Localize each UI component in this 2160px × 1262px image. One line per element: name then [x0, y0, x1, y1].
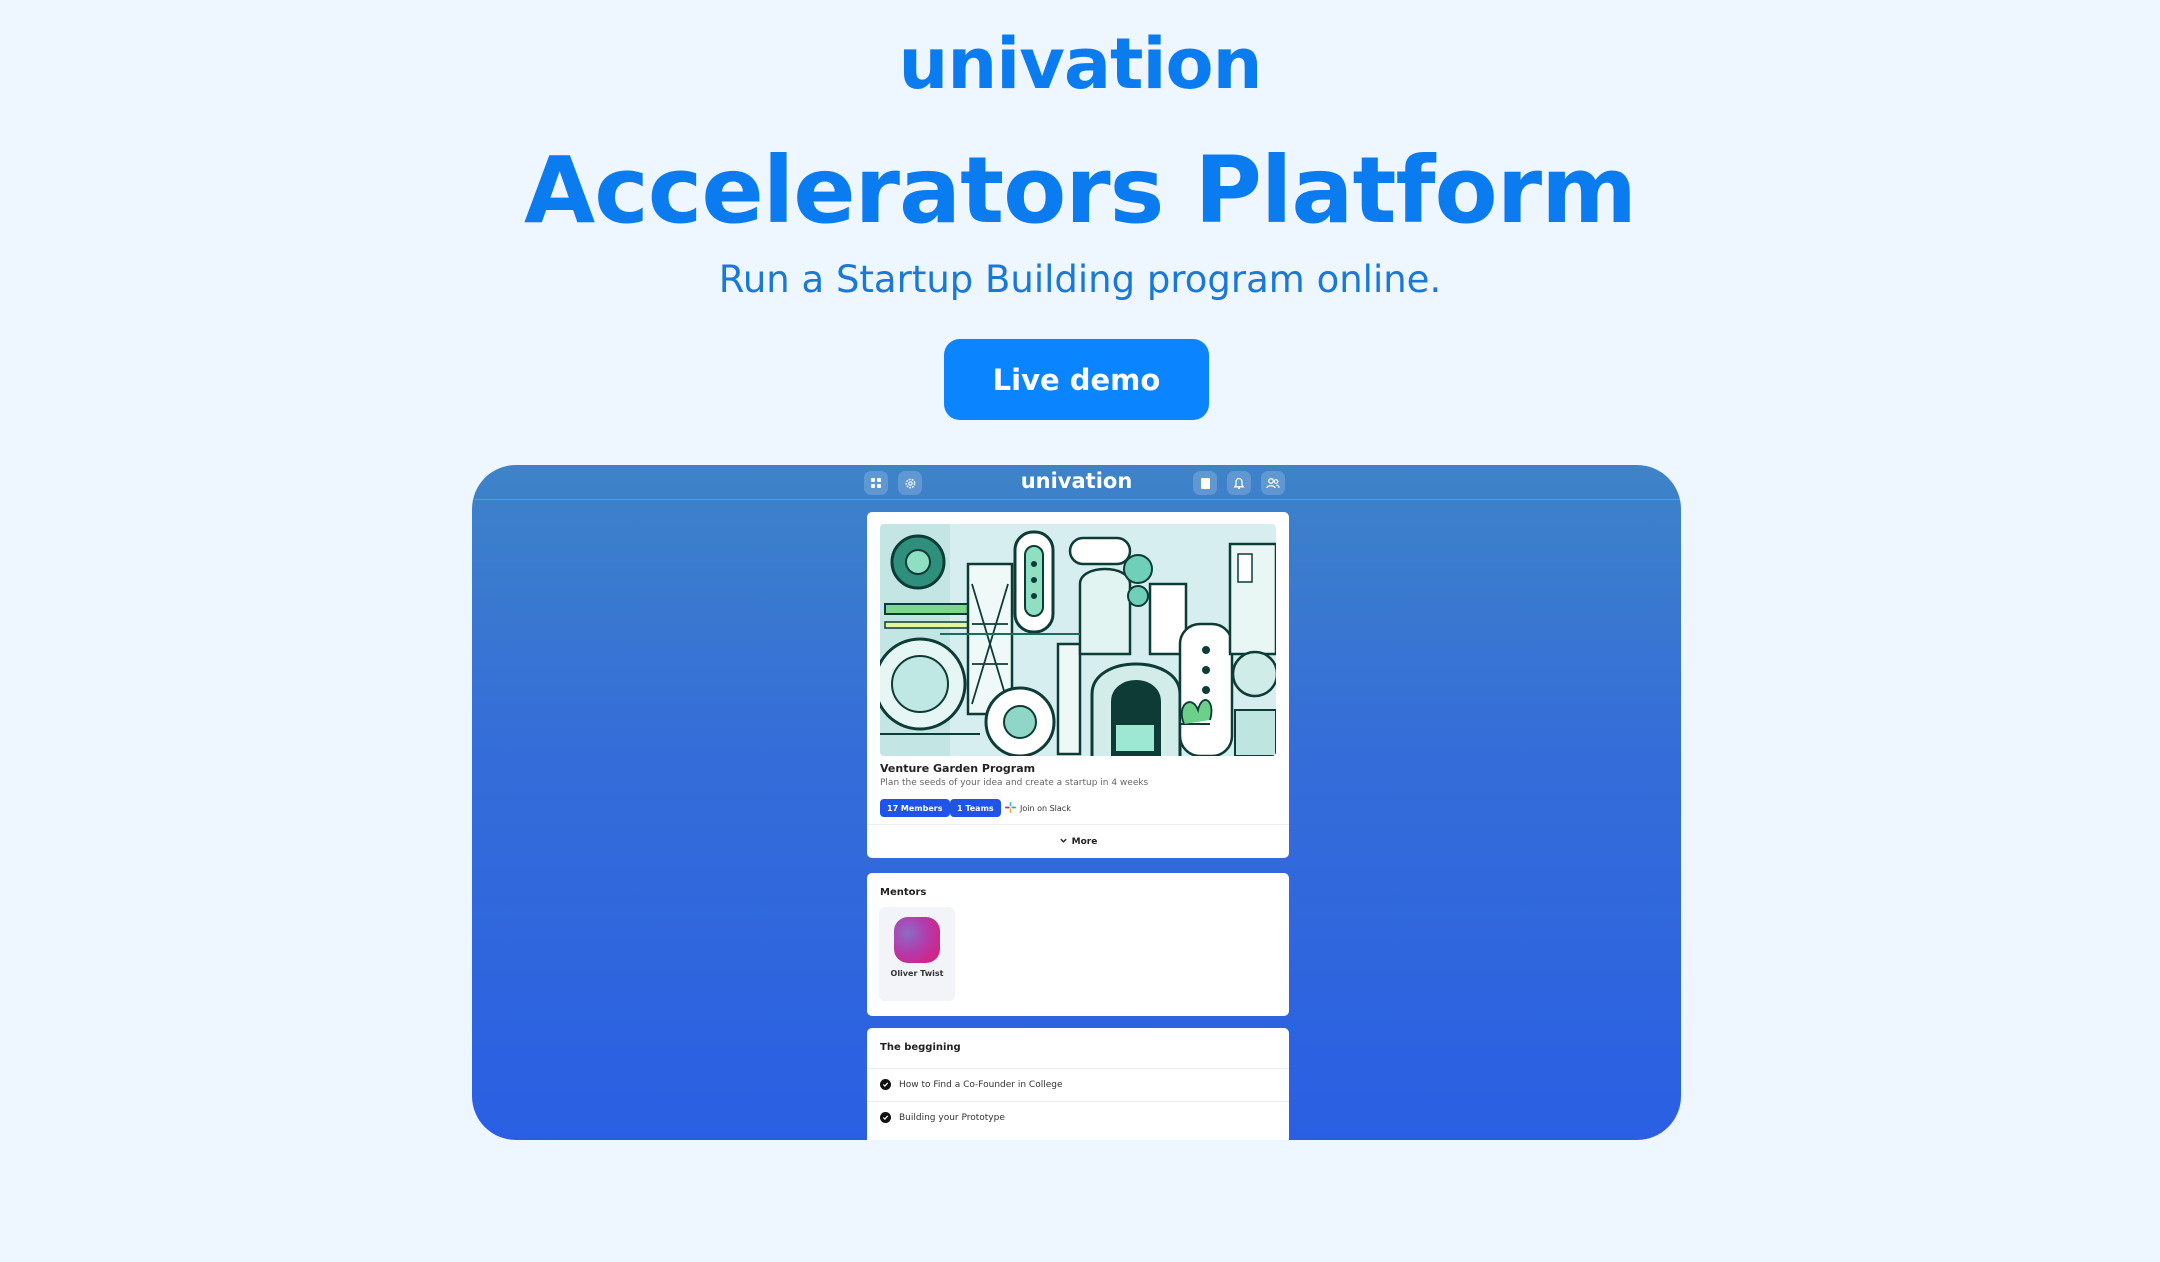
brand-logo[interactable]: univation	[0, 22, 2160, 106]
curriculum-title: The beggining	[880, 1042, 961, 1053]
bell-icon[interactable]	[1227, 471, 1251, 495]
page-title: Accelerators Platform	[524, 137, 1637, 244]
lesson-item[interactable]: Building your Prototype	[867, 1101, 1289, 1133]
lesson-item[interactable]: How to Find a Co-Founder in College	[867, 1068, 1289, 1100]
avatar	[894, 917, 940, 963]
program-illustration	[880, 524, 1276, 756]
users-icon[interactable]	[1261, 471, 1285, 495]
live-demo-button[interactable]: Live demo	[944, 339, 1209, 420]
preview-topbar: univation	[472, 465, 1681, 500]
program-title[interactable]: Venture Garden Program	[880, 762, 1035, 775]
mentor-name: Oliver Twist	[890, 969, 944, 978]
program-card: Venture Garden Program Plan the seeds of…	[867, 512, 1289, 858]
teams-badge[interactable]: 1 Teams	[950, 799, 1001, 817]
preview-brand-logo[interactable]: univation	[472, 467, 1681, 495]
slack-icon	[1005, 801, 1016, 815]
mentors-card: Mentors Oliver Twist	[867, 873, 1289, 1016]
more-button[interactable]: More	[867, 824, 1289, 858]
check-circle-icon	[880, 1112, 891, 1123]
lesson-label: Building your Prototype	[899, 1112, 1005, 1123]
curriculum-card: The beggining How to Find a Co-Founder i…	[867, 1028, 1289, 1140]
program-description: Plan the seeds of your idea and create a…	[880, 778, 1149, 788]
more-label: More	[1071, 836, 1098, 847]
join-slack-link[interactable]: Join on Slack	[1005, 799, 1071, 817]
check-circle-icon	[880, 1079, 891, 1090]
members-badge[interactable]: 17 Members	[880, 799, 950, 817]
lesson-label: How to Find a Co-Founder in College	[899, 1079, 1063, 1090]
slack-label: Join on Slack	[1020, 803, 1071, 813]
chevron-down-icon	[1059, 836, 1068, 848]
app-preview: univation Venture Garden Program Plan th…	[472, 465, 1681, 1140]
mentor-card[interactable]: Oliver Twist	[879, 907, 955, 1001]
page-subtitle: Run a Startup Building program online.	[718, 258, 1442, 301]
document-icon[interactable]	[1193, 471, 1217, 495]
mentors-title: Mentors	[880, 887, 927, 898]
